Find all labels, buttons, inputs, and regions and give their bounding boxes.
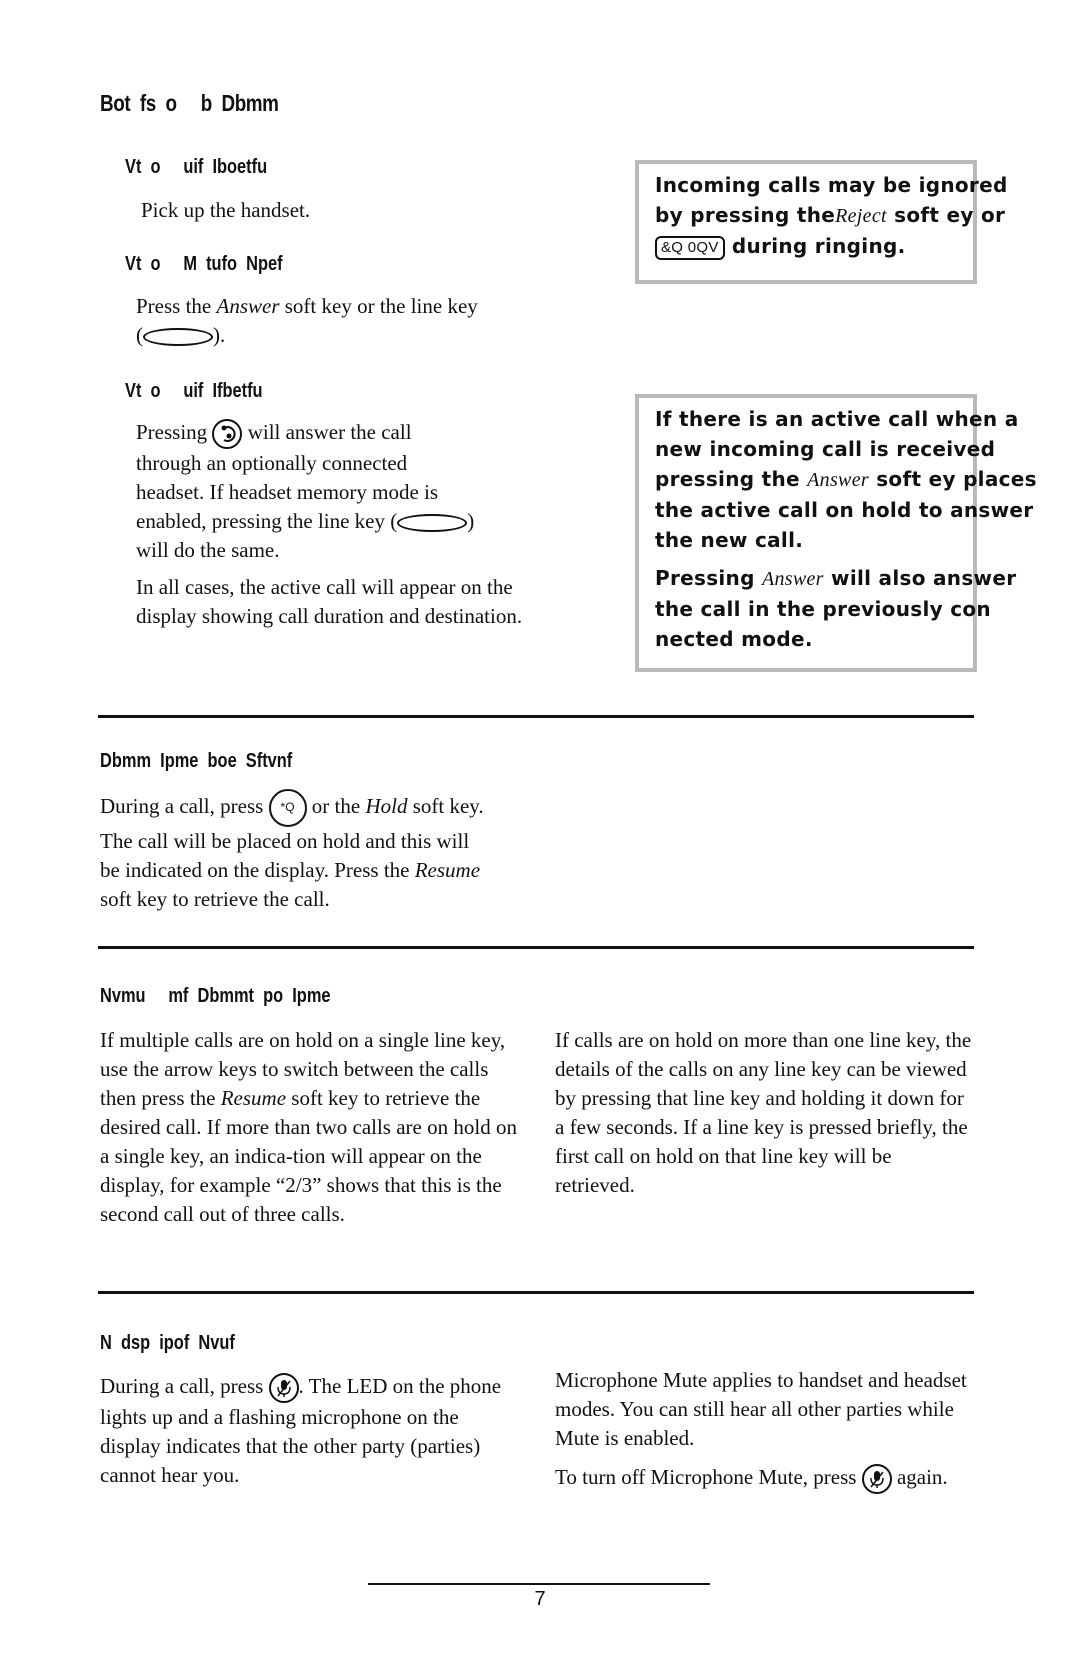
text: by pressing the bbox=[655, 203, 836, 227]
subheading-handset: Vt o uif Iboetfu bbox=[125, 156, 268, 178]
headset-key-icon bbox=[212, 419, 243, 450]
text: the active call on hold to answer bbox=[655, 498, 1034, 522]
text: The call will be placed on hold and this… bbox=[100, 829, 470, 853]
mute-right-text: Microphone Mute applies to handset and h… bbox=[555, 1366, 975, 1504]
answer-softkey-label: Answer bbox=[807, 469, 869, 491]
line-mode-text: Press the Answer soft key or the line ke… bbox=[136, 292, 556, 350]
section-divider bbox=[98, 946, 974, 949]
text: during ringing. bbox=[724, 234, 906, 258]
text: Pressing bbox=[136, 420, 213, 444]
text: be indicated on the display. Press the bbox=[100, 858, 415, 882]
mute-key-icon bbox=[861, 1464, 892, 1495]
callout-text-active-call: If there is an active call when a new in… bbox=[655, 404, 1037, 662]
section-divider bbox=[98, 715, 974, 718]
line-key-icon bbox=[143, 328, 213, 347]
text: If there is an active call when a bbox=[655, 407, 1019, 431]
text: will do the same. bbox=[136, 538, 280, 563]
text: enabled, pressing the line key ( bbox=[136, 509, 398, 534]
text: soft ey places bbox=[868, 467, 1037, 491]
text: During a call, press bbox=[100, 1374, 269, 1398]
callout-text-reject: Incoming calls may be ignored by pressin… bbox=[655, 170, 1008, 261]
subheading-line-mode: Vt o M tufo Npef bbox=[125, 253, 283, 275]
hold-softkey-label: Hold bbox=[365, 793, 408, 818]
multiple-hold-right-text: If calls are on hold on more than one li… bbox=[555, 1028, 972, 1197]
page-number: 7 bbox=[534, 1588, 546, 1610]
text: Incoming calls may be ignored bbox=[655, 173, 1008, 197]
text: soft key to retrieve the call. bbox=[100, 887, 330, 911]
resume-softkey-label: Resume bbox=[220, 1086, 287, 1110]
mute-left-text: During a call, press . The LED on the ph… bbox=[100, 1372, 520, 1490]
text: To turn off Microphone Mute, press bbox=[555, 1465, 862, 1489]
section-heading-answering: Bot fs o b Dbmm bbox=[100, 90, 279, 116]
multiple-hold-left-text: If multiple calls are on hold on a singl… bbox=[100, 1026, 520, 1229]
text: headset. If headset memory mode is bbox=[136, 480, 439, 505]
text: soft ey or bbox=[886, 203, 1006, 227]
text: Press the bbox=[136, 294, 217, 318]
text: ( bbox=[136, 323, 143, 347]
text: During a call, press bbox=[100, 793, 269, 818]
text: nected mode. bbox=[655, 627, 813, 651]
text: will answer the call bbox=[242, 420, 412, 444]
text: through an optionally connected bbox=[136, 451, 408, 476]
text: will also answer bbox=[823, 566, 1017, 590]
text: new incoming call is received bbox=[655, 437, 996, 461]
text: Pressing bbox=[655, 566, 762, 590]
hold-text: During a call, press *Q or the Hold soft… bbox=[100, 789, 550, 914]
text: ). bbox=[213, 323, 226, 347]
section-divider bbox=[98, 1291, 974, 1294]
section-heading-mute: N dsp ipof Nvuf bbox=[100, 1332, 235, 1354]
section-heading-multiple-hold: Nvmu mf Dbmmt po Ipme bbox=[100, 985, 331, 1007]
do-not-disturb-key-icon: &Q 0QV bbox=[655, 235, 725, 260]
text: soft key. bbox=[407, 793, 484, 818]
resume-softkey-label: Resume bbox=[414, 858, 481, 882]
text: the new call. bbox=[655, 528, 804, 552]
footer-rule bbox=[368, 1583, 710, 1585]
text: or the bbox=[306, 793, 366, 818]
text: ) bbox=[467, 509, 475, 534]
text: soft key or the line key bbox=[279, 294, 478, 318]
text: pressing the bbox=[655, 467, 808, 491]
answer-softkey-label: Answer bbox=[761, 568, 824, 590]
answer-softkey-label: Answer bbox=[216, 294, 280, 318]
text: Microphone Mute applies to handset and h… bbox=[555, 1368, 967, 1450]
headset-text: Pressing will answer the call through an… bbox=[136, 418, 556, 641]
hold-key-icon: *Q bbox=[268, 789, 307, 827]
text: the call in the previously con bbox=[655, 597, 991, 621]
text: again. bbox=[891, 1465, 948, 1489]
text: In all cases, the active call will appea… bbox=[136, 575, 523, 629]
handset-text: Pick up the handset. bbox=[141, 198, 311, 222]
section-heading-hold: Dbmm Ipme boe Sftvnf bbox=[100, 750, 293, 772]
line-key-icon bbox=[397, 514, 468, 533]
subheading-headset: Vt o uif Ifbetfu bbox=[125, 380, 263, 402]
mute-key-icon bbox=[268, 1373, 299, 1404]
reject-softkey-label: Reject bbox=[835, 205, 887, 227]
